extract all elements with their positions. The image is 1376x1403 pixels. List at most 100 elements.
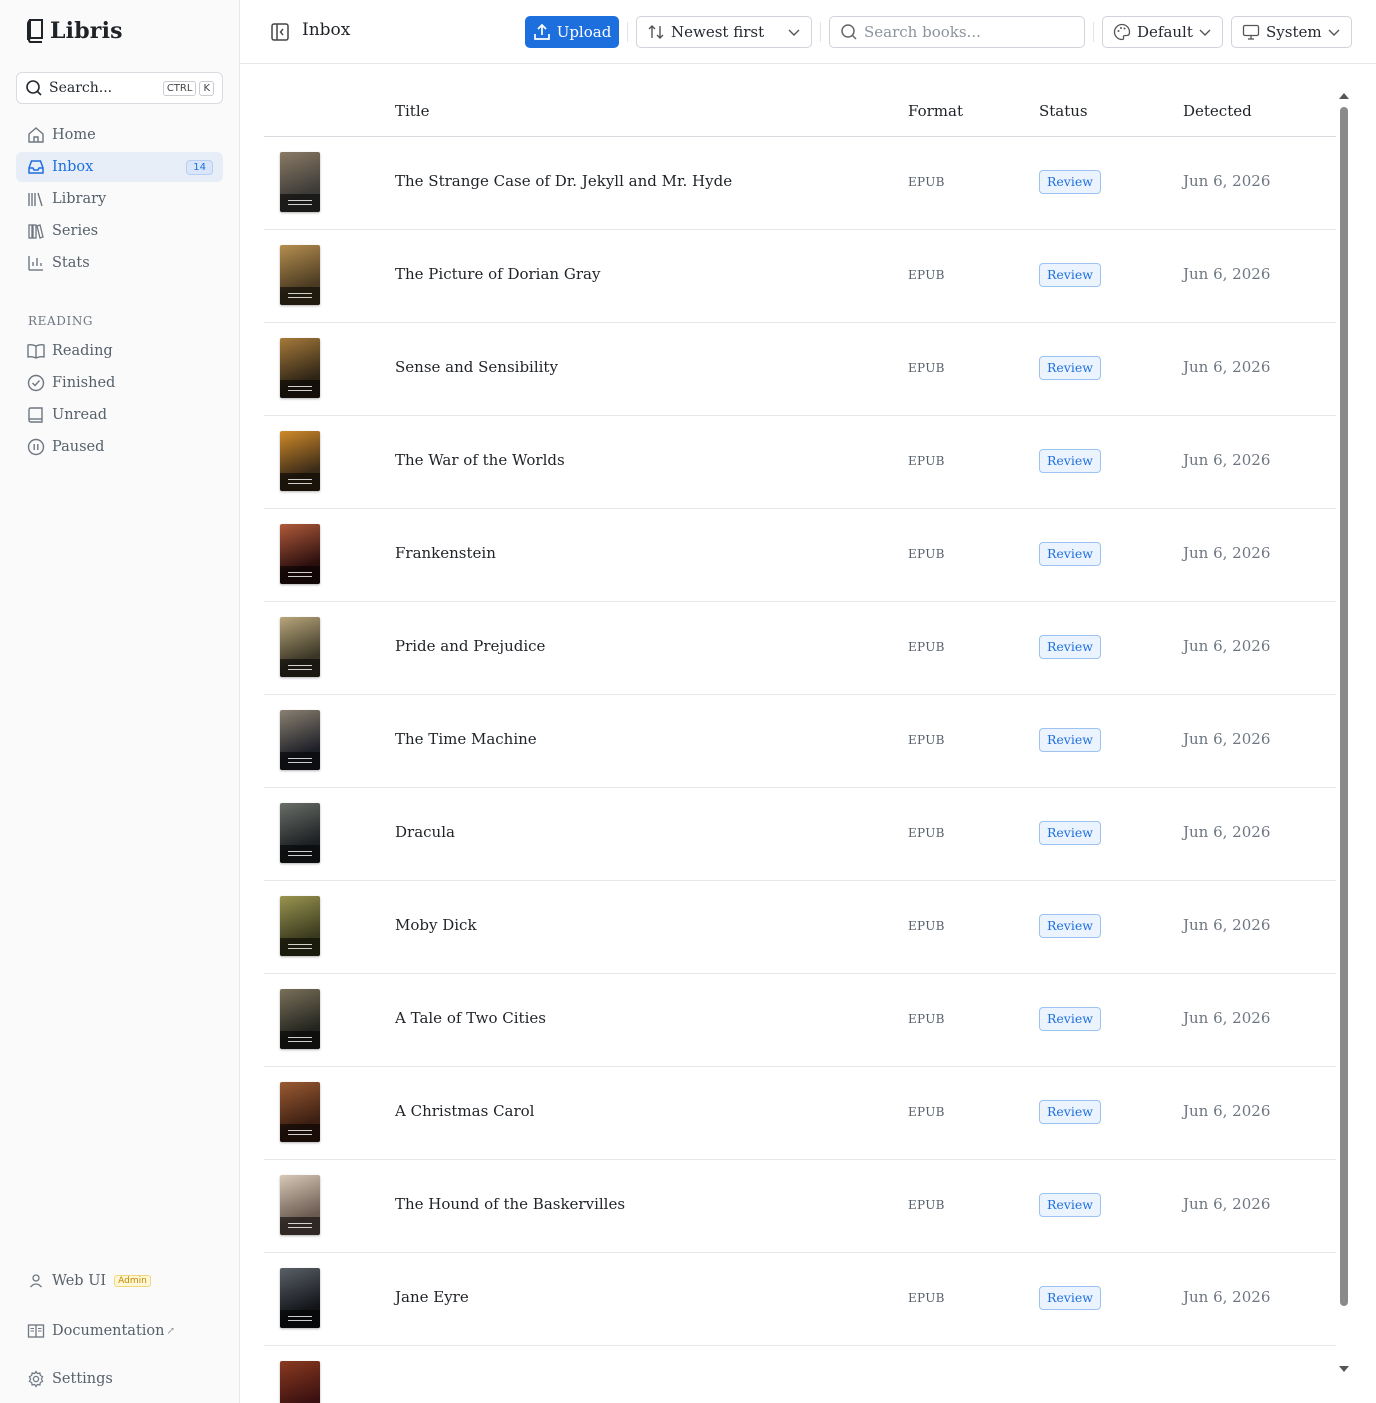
scroll-up-arrow[interactable] bbox=[1339, 93, 1349, 99]
table-row[interactable]: Moby Dick EPUB Review Jun 6, 2026 bbox=[264, 881, 1336, 974]
column-title[interactable]: Title bbox=[395, 102, 430, 120]
book-cover-thumbnail[interactable] bbox=[280, 710, 320, 770]
table-row[interactable]: Pride and Prejudice EPUB Review Jun 6, 2026 bbox=[264, 602, 1336, 695]
cover-text-line bbox=[288, 390, 312, 391]
book-cover-thumbnail[interactable] bbox=[280, 524, 320, 584]
column-status[interactable]: Status bbox=[1039, 102, 1088, 120]
table-row[interactable]: The Hound of the Baskervilles EPUB Review J… bbox=[264, 1160, 1336, 1253]
book-title[interactable]: Frankenstein bbox=[395, 544, 496, 562]
sort-select[interactable]: Newest first bbox=[636, 16, 812, 48]
scroll-down-arrow[interactable] bbox=[1339, 1366, 1349, 1372]
scrollbar-thumb[interactable] bbox=[1340, 107, 1348, 1306]
table-row[interactable]: Dracula EPUB Review Jun 6, 2026 bbox=[264, 788, 1336, 881]
theme-select[interactable]: Default bbox=[1102, 16, 1223, 48]
documentation-link[interactable]: Documentation ↗ bbox=[16, 1316, 223, 1346]
status-badge[interactable]: Review bbox=[1039, 1007, 1101, 1031]
app-name: Libris bbox=[50, 18, 123, 44]
upload-button[interactable]: Upload bbox=[525, 16, 619, 48]
book-title[interactable]: The Strange Case of Dr. Jekyll and Mr. H… bbox=[395, 172, 732, 190]
book-cover-thumbnail[interactable] bbox=[280, 1082, 320, 1142]
cover-title-band bbox=[280, 1217, 320, 1235]
table-row[interactable]: Sense and Sensibility EPUB Review Jun 6, 20… bbox=[264, 323, 1336, 416]
book-cover-thumbnail[interactable] bbox=[280, 338, 320, 398]
status-badge[interactable]: Review bbox=[1039, 542, 1101, 566]
book-title[interactable]: Dracula bbox=[395, 823, 455, 841]
column-detected[interactable]: Detected bbox=[1183, 102, 1252, 120]
status-badge[interactable]: Review bbox=[1039, 356, 1101, 380]
table-row[interactable]: The Picture of Dorian Gray EPUB Review Jun … bbox=[264, 230, 1336, 323]
book-cover-thumbnail[interactable] bbox=[280, 1268, 320, 1328]
sidebar-item-finished[interactable]: Finished bbox=[16, 368, 223, 398]
user-menu[interactable]: Web UI Admin bbox=[16, 1266, 223, 1296]
sidebar-item-series[interactable]: Series bbox=[16, 216, 223, 246]
color-mode-select[interactable]: System bbox=[1231, 16, 1352, 48]
status-badge[interactable]: Review bbox=[1039, 449, 1101, 473]
book-title[interactable]: Moby Dick bbox=[395, 916, 477, 934]
book-cover-thumbnail[interactable] bbox=[280, 989, 320, 1049]
sidebar-item-home[interactable]: Home bbox=[16, 120, 223, 150]
cover-text-line bbox=[288, 483, 312, 484]
page-title: Inbox bbox=[302, 20, 351, 40]
book-title[interactable]: The Hound of the Baskervilles bbox=[395, 1195, 625, 1213]
book-cover-thumbnail[interactable] bbox=[280, 803, 320, 863]
admin-badge: Admin bbox=[114, 1275, 151, 1287]
status-badge[interactable]: Review bbox=[1039, 263, 1101, 287]
status-badge[interactable]: Review bbox=[1039, 1286, 1101, 1310]
status-badge[interactable]: Review bbox=[1039, 635, 1101, 659]
gear-icon bbox=[26, 1369, 46, 1389]
book-title[interactable]: The Picture of Dorian Gray bbox=[395, 265, 600, 283]
book-cover-thumbnail[interactable] bbox=[280, 431, 320, 491]
book-search-input[interactable]: Search books... bbox=[829, 16, 1085, 48]
status-badge[interactable]: Review bbox=[1039, 728, 1101, 752]
sidebar-toggle-icon[interactable] bbox=[270, 22, 290, 46]
shortcut-ctrl: CTRL bbox=[162, 80, 197, 96]
cover-title-band bbox=[280, 473, 320, 491]
cover-text-line bbox=[288, 1041, 312, 1042]
table-row[interactable]: A Tale of Two Cities EPUB Review Jun 6, 202… bbox=[264, 974, 1336, 1067]
sort-icon bbox=[648, 25, 664, 39]
sidebar-item-inbox[interactable]: Inbox 14 bbox=[16, 152, 223, 182]
book-title[interactable]: A Tale of Two Cities bbox=[395, 1009, 546, 1027]
sidebar-item-reading[interactable]: Reading bbox=[16, 336, 223, 366]
status-badge[interactable]: Review bbox=[1039, 1193, 1101, 1217]
table-row[interactable]: The Strange Case of Dr. Jekyll and Mr. H… bbox=[264, 137, 1336, 230]
sidebar-item-library[interactable]: Library bbox=[16, 184, 223, 214]
book-title[interactable]: A Christmas Carol bbox=[395, 1102, 534, 1120]
app-logo[interactable]: Libris bbox=[26, 18, 123, 44]
table-row[interactable]: A Christmas Carol EPUB Review Jun 6, 2026 bbox=[264, 1067, 1336, 1160]
book-cover-thumbnail[interactable] bbox=[280, 1175, 320, 1235]
table-row[interactable] bbox=[264, 1346, 1336, 1403]
table-row[interactable]: Jane Eyre EPUB Review Jun 6, 2026 bbox=[264, 1253, 1336, 1346]
sidebar-item-paused[interactable]: Paused bbox=[16, 432, 223, 462]
settings-link[interactable]: Settings bbox=[16, 1364, 223, 1394]
column-format[interactable]: Format bbox=[908, 102, 963, 120]
book-cover-thumbnail[interactable] bbox=[280, 152, 320, 212]
theme-label: Default bbox=[1137, 23, 1193, 41]
book-title[interactable]: The War of the Worlds bbox=[395, 451, 565, 469]
table-row[interactable]: The Time Machine EPUB Review Jun 6, 2026 bbox=[264, 695, 1336, 788]
book-cover-thumbnail[interactable] bbox=[280, 245, 320, 305]
book-cover-thumbnail[interactable] bbox=[280, 1361, 320, 1403]
book-format: EPUB bbox=[908, 1105, 945, 1119]
table-row[interactable]: Frankenstein EPUB Review Jun 6, 2026 bbox=[264, 509, 1336, 602]
sidebar-footer: Web UI Admin bbox=[16, 1266, 223, 1298]
table-row[interactable]: The War of the Worlds EPUB Review Jun 6, 20… bbox=[264, 416, 1336, 509]
book-cover-thumbnail[interactable] bbox=[280, 617, 320, 677]
book-title[interactable]: Jane Eyre bbox=[395, 1288, 469, 1306]
cover-text-line bbox=[288, 944, 312, 945]
book-title[interactable]: Sense and Sensibility bbox=[395, 358, 558, 376]
cover-text-line bbox=[288, 1320, 312, 1321]
sidebar-item-unread[interactable]: Unread bbox=[16, 400, 223, 430]
cover-text-line bbox=[288, 572, 312, 573]
status-badge[interactable]: Review bbox=[1039, 914, 1101, 938]
sidebar-item-stats[interactable]: Stats bbox=[16, 248, 223, 278]
status-badge[interactable]: Review bbox=[1039, 170, 1101, 194]
cover-title-band bbox=[280, 938, 320, 956]
book-title[interactable]: The Time Machine bbox=[395, 730, 537, 748]
sidebar-search[interactable]: Search... CTRL K bbox=[16, 72, 223, 104]
status-badge[interactable]: Review bbox=[1039, 1100, 1101, 1124]
status-badge[interactable]: Review bbox=[1039, 821, 1101, 845]
book-title[interactable]: Pride and Prejudice bbox=[395, 637, 545, 655]
book-cover-thumbnail[interactable] bbox=[280, 896, 320, 956]
mode-label: System bbox=[1266, 23, 1322, 41]
